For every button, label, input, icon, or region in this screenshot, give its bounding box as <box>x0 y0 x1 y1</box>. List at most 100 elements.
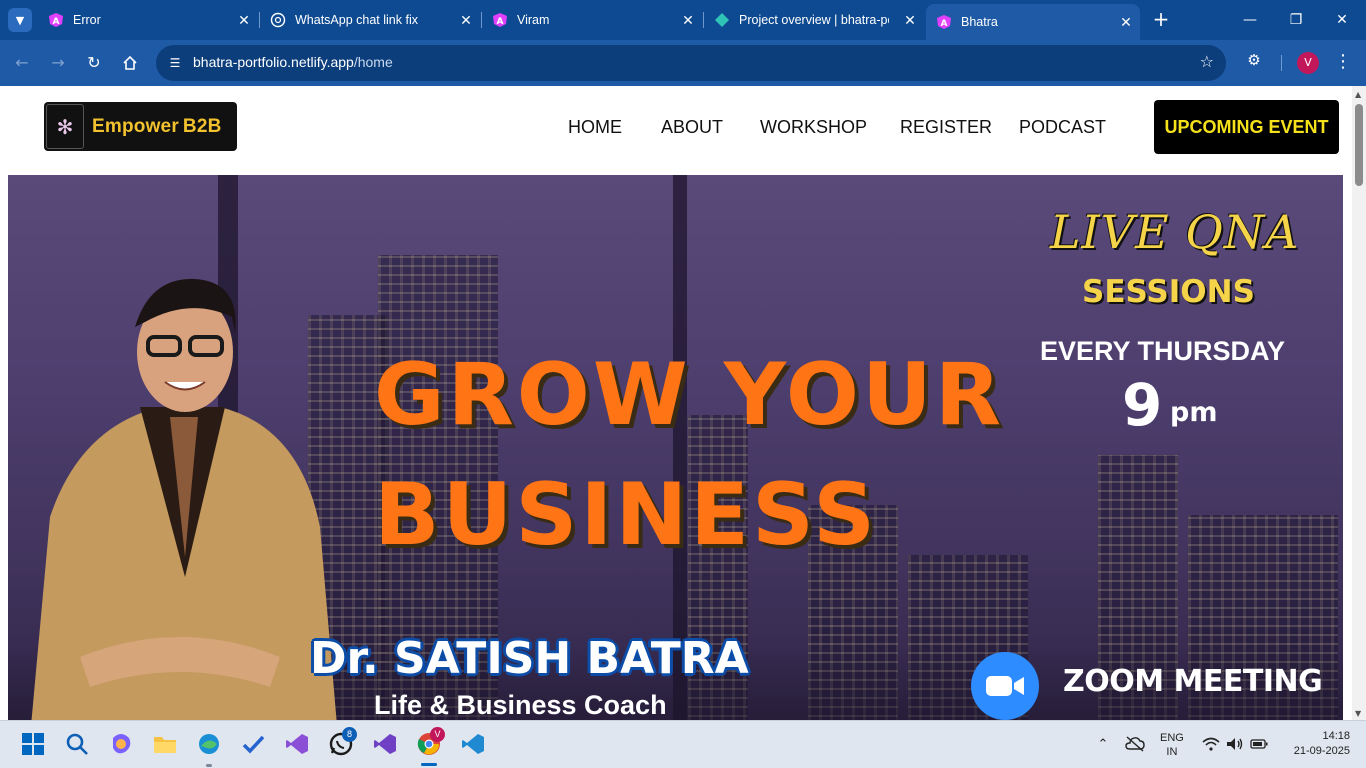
visual-studio-icon <box>286 734 308 754</box>
angular-icon: A <box>936 14 952 30</box>
close-tab-icon[interactable]: ✕ <box>1118 14 1134 30</box>
vscode-button[interactable] <box>460 731 486 757</box>
site-logo[interactable]: ✻ Empower B2B <box>44 102 237 151</box>
nav-link-about[interactable]: ABOUT <box>661 117 723 138</box>
tab-bhatra[interactable]: A Bhatra ✕ <box>926 4 1140 40</box>
arrow-left-icon: ← <box>15 53 29 72</box>
wifi-icon[interactable] <box>1200 731 1222 757</box>
home-icon <box>122 55 138 75</box>
sessions-label: SESSIONS <box>1082 274 1255 310</box>
start-button[interactable] <box>20 731 46 757</box>
page-viewport: ✻ Empower B2B HOME ABOUT WORKSHOP REGISTE… <box>0 86 1352 720</box>
headline-line: GROW YOUR <box>374 345 1005 445</box>
region-code: IN <box>1166 746 1178 758</box>
copilot-icon <box>113 734 131 754</box>
scroll-thumb[interactable] <box>1355 104 1363 186</box>
nav-link-register[interactable]: REGISTER <box>900 117 992 138</box>
tab-project-overview[interactable]: Project overview | bhatra-po ✕ <box>704 6 924 34</box>
plus-icon: + <box>1152 7 1170 31</box>
folder-icon <box>154 737 176 753</box>
hero-headline: GROW YOUR BUSINESS <box>374 335 1004 575</box>
zoom-meeting-label: ZOOM MEETING <box>1063 664 1323 699</box>
visual-studio-button[interactable] <box>284 731 310 757</box>
svg-text:A: A <box>941 19 948 29</box>
speaker-role: Life & Business Coach <box>374 690 667 720</box>
close-tab-icon[interactable]: ✕ <box>680 12 696 28</box>
volume-icon[interactable] <box>1224 731 1246 757</box>
scroll-up-arrow-icon[interactable]: ▲ <box>1355 90 1361 99</box>
close-tab-icon[interactable]: ✕ <box>458 12 474 28</box>
browser-tab-strip: ▼ A Error ✕ WhatsApp chat link fix ✕ A V… <box>0 0 1366 40</box>
tab-search-button[interactable]: ▼ <box>8 8 32 32</box>
tab-error[interactable]: A Error ✕ <box>38 6 258 34</box>
language-code: ENG <box>1160 732 1184 744</box>
home-button[interactable] <box>118 51 142 75</box>
visual-studio-icon <box>374 734 396 754</box>
battery-icon[interactable] <box>1248 731 1270 757</box>
file-explorer-button[interactable] <box>152 731 178 757</box>
checkmark-icon <box>242 735 265 754</box>
show-hidden-icons-button[interactable]: ⌃ <box>1092 731 1114 757</box>
nav-link-podcast[interactable]: PODCAST <box>1019 117 1106 138</box>
address-bar[interactable]: ☰ bhatra-portfolio.netlify.app/home ☆ <box>156 45 1226 81</box>
nav-link-workshop[interactable]: WORKSHOP <box>760 117 867 138</box>
edge-button[interactable] <box>196 731 222 757</box>
tab-title: Viram <box>517 13 550 27</box>
windows-taskbar: 8 V ⌃ ENG IN 14:18 21-09-2025 <box>0 720 1366 768</box>
site-info-icon[interactable]: ☰ <box>164 52 186 74</box>
minimize-button[interactable]: — <box>1238 8 1262 32</box>
search-button[interactable] <box>64 731 90 757</box>
profile-avatar[interactable]: V <box>1297 52 1319 74</box>
new-tab-button[interactable]: + <box>1150 8 1172 30</box>
speaker-name: Dr. SATISH BATRA <box>310 633 749 684</box>
svg-text:A: A <box>497 17 504 27</box>
browser-menu-icon[interactable]: ⋮ <box>1334 52 1352 74</box>
logo-text: Empower B2B <box>92 116 222 138</box>
search-icon <box>66 733 88 755</box>
tab-title: Bhatra <box>961 15 998 29</box>
restore-button[interactable]: ❐ <box>1284 8 1308 32</box>
netlify-icon <box>714 12 730 28</box>
forward-button[interactable]: → <box>46 51 70 75</box>
live-qna-title: LIVE QNA <box>1050 205 1300 259</box>
minimize-icon: — <box>1243 12 1257 28</box>
input-language-indicator[interactable]: ENG IN <box>1160 731 1184 759</box>
visual-studio-2-button[interactable] <box>372 731 398 757</box>
close-icon: ✕ <box>1336 12 1348 28</box>
nav-link-home[interactable]: HOME <box>568 117 622 138</box>
hero-banner: GROW YOUR BUSINESS LIVE QNA SESSIONS EVE… <box>8 175 1343 720</box>
bookmark-star-icon[interactable]: ☆ <box>1200 52 1214 71</box>
scroll-down-arrow-icon[interactable]: ▼ <box>1355 709 1361 718</box>
tab-title: Project overview | bhatra-po <box>739 13 889 27</box>
clock-date: 21-09-2025 <box>1293 745 1350 757</box>
page-scrollbar[interactable]: ▲ ▼ <box>1352 86 1366 720</box>
back-button[interactable]: ← <box>10 51 34 75</box>
system-clock[interactable]: 14:18 21-09-2025 <box>1280 729 1350 759</box>
speaker-photo <box>31 278 337 720</box>
chevron-down-icon: ▼ <box>15 13 25 27</box>
angular-icon: A <box>492 12 508 28</box>
tab-whatsapp-chat-link-fix[interactable]: WhatsApp chat link fix ✕ <box>260 6 480 34</box>
logo-word: Empower <box>92 115 179 137</box>
edge-icon <box>199 734 219 754</box>
cloud-offline-icon[interactable] <box>1124 731 1146 757</box>
tab-title: Error <box>73 13 101 27</box>
upcoming-event-button[interactable]: UPCOMING EVENT <box>1154 100 1339 154</box>
chatgpt-icon <box>270 12 286 28</box>
close-tab-icon[interactable]: ✕ <box>902 12 918 28</box>
close-window-button[interactable]: ✕ <box>1330 8 1354 32</box>
todo-button[interactable] <box>240 731 266 757</box>
reload-button[interactable]: ↻ <box>82 51 106 75</box>
headline-line: BUSINESS <box>374 465 879 565</box>
arrow-right-icon: → <box>51 53 65 72</box>
windows-logo-icon <box>22 733 44 755</box>
reload-icon: ↻ <box>87 53 101 72</box>
copilot-button[interactable] <box>108 731 134 757</box>
close-tab-icon[interactable]: ✕ <box>236 12 252 28</box>
tab-title: WhatsApp chat link fix <box>295 13 418 27</box>
site-header: ✻ Empower B2B HOME ABOUT WORKSHOP REGISTE… <box>0 86 1352 175</box>
browser-toolbar: ← → ↻ ☰ bhatra-portfolio.netlify.app/hom… <box>0 40 1366 86</box>
logo-suffix: B2B <box>182 115 222 137</box>
extensions-icon[interactable]: ⚙ <box>1243 51 1265 73</box>
tab-viram[interactable]: A Viram ✕ <box>482 6 702 34</box>
